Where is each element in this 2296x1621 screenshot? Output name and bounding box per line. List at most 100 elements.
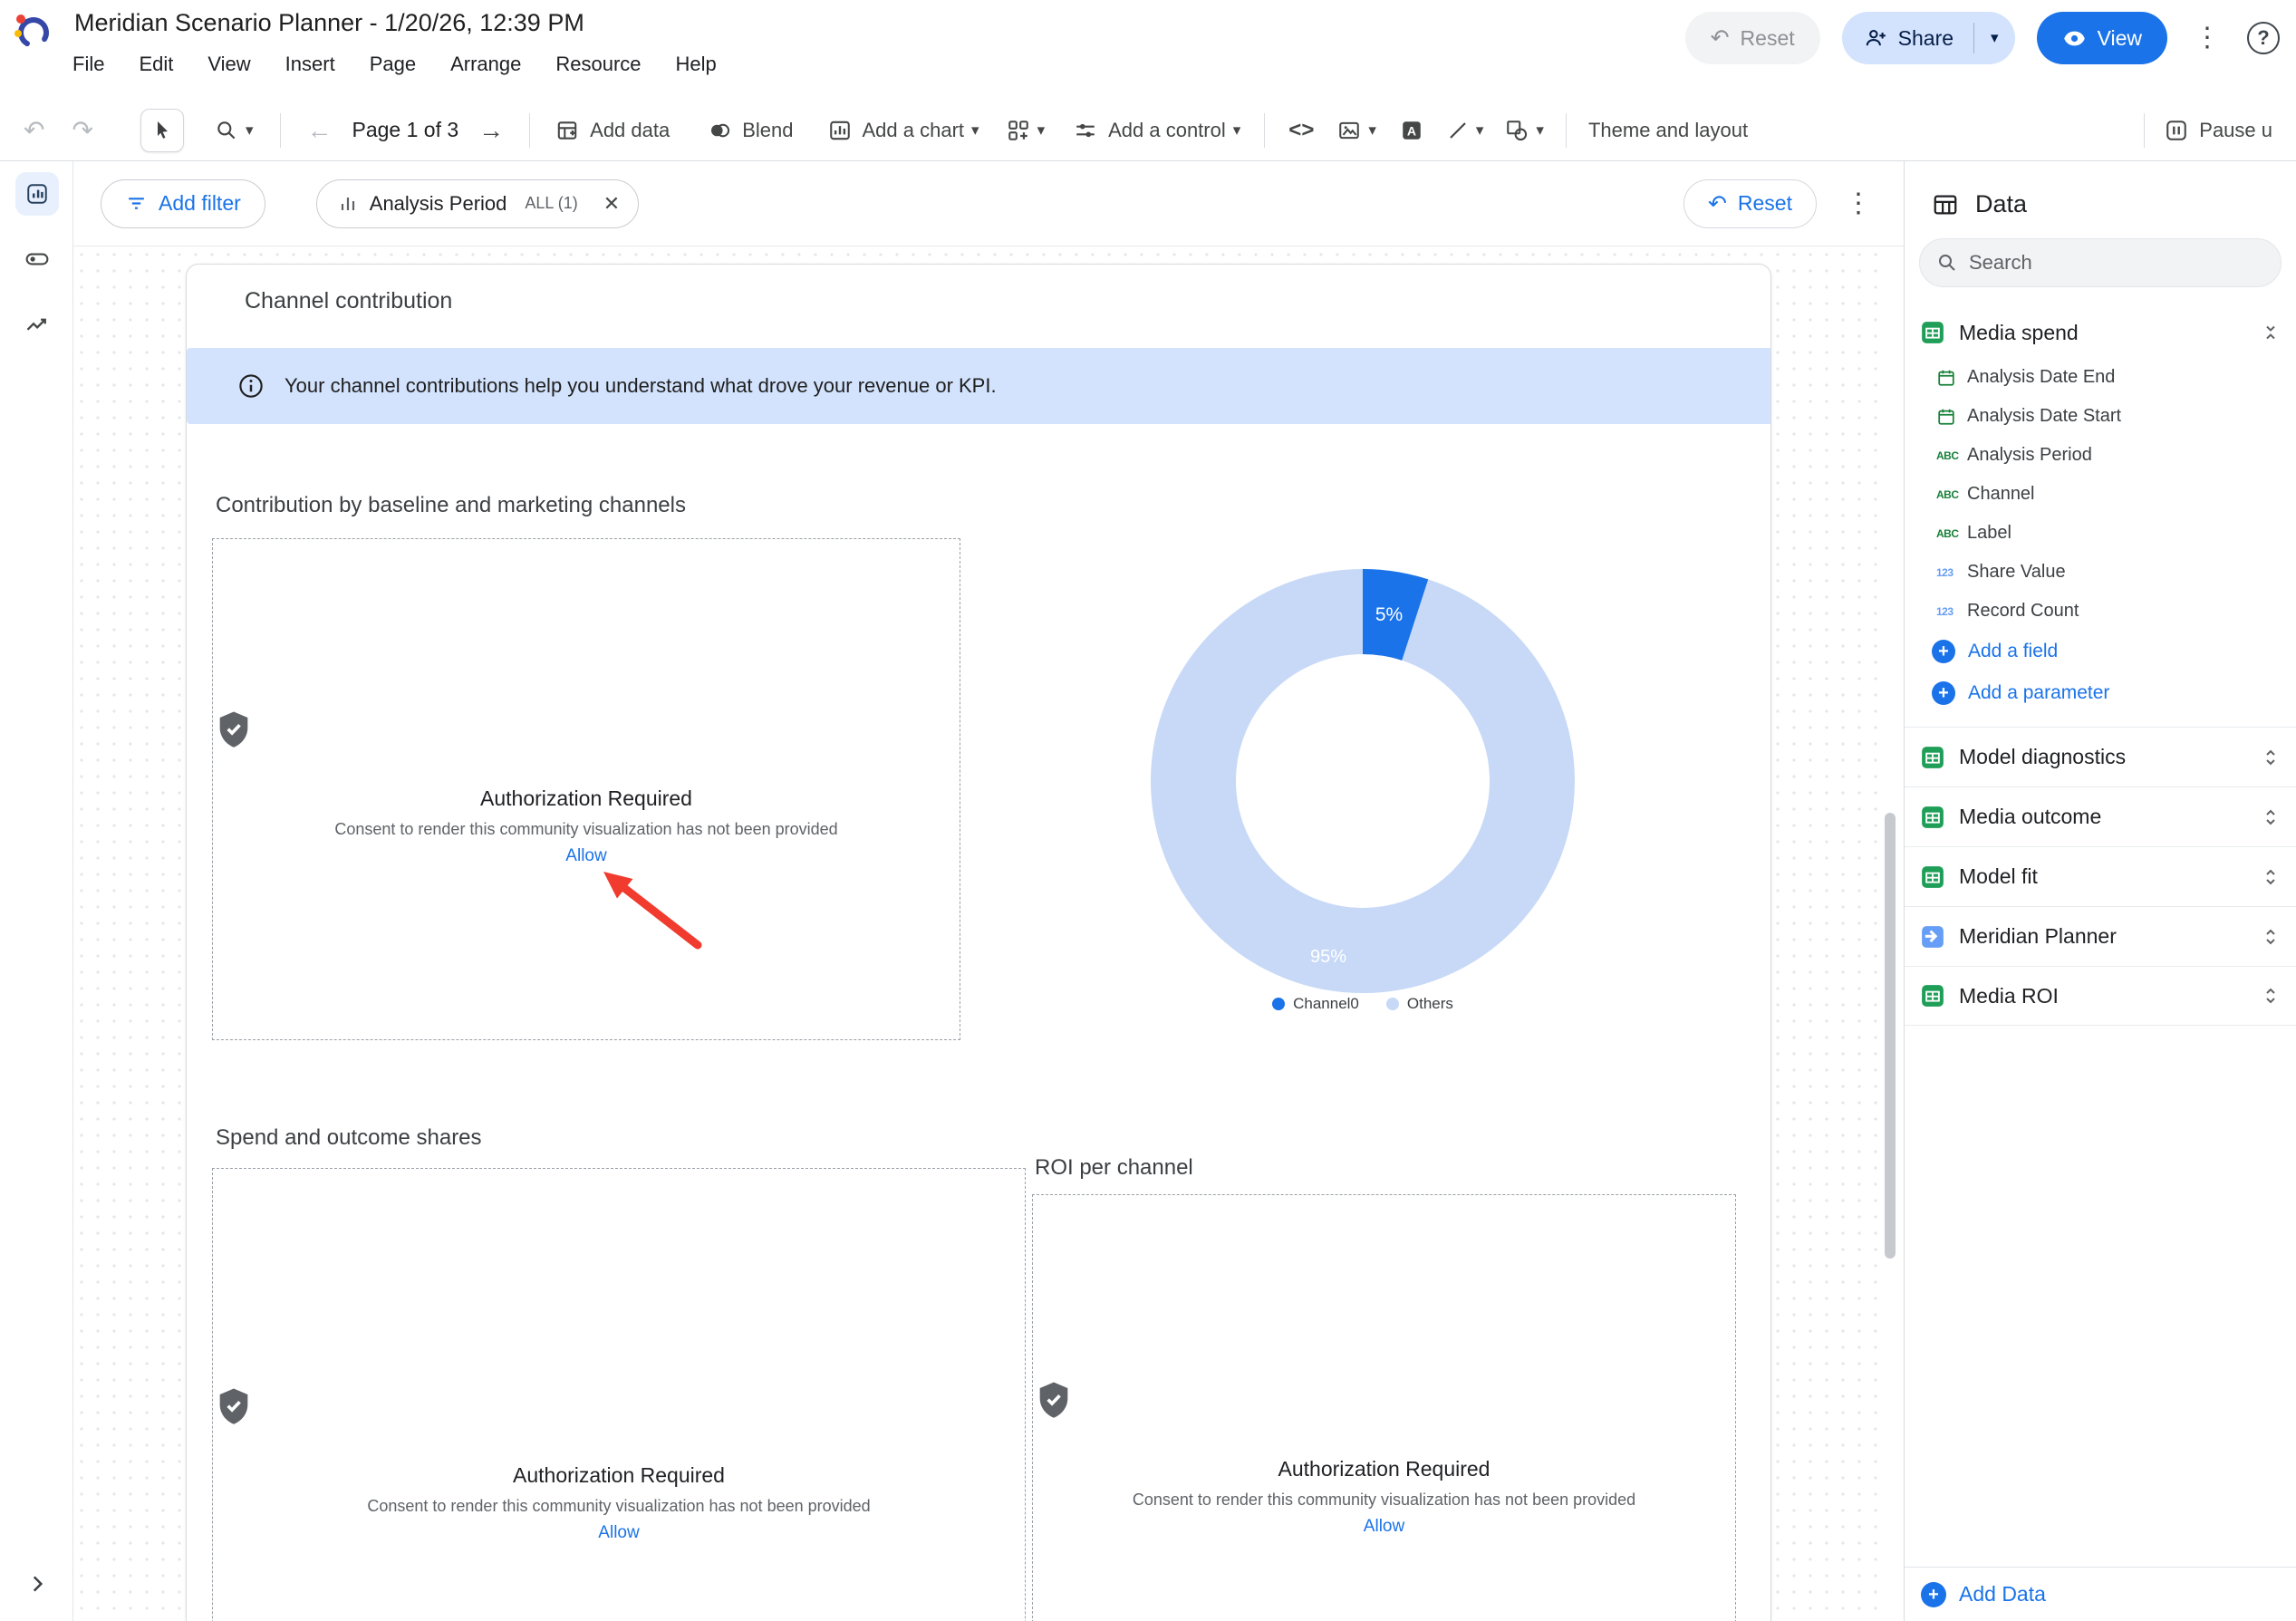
donut-slice-label-secondary: 95%	[1310, 947, 1346, 967]
menu-item-view[interactable]: View	[204, 51, 254, 78]
community-viz-placeholder-3[interactable]: Authorization Required Consent to render…	[1032, 1194, 1736, 1621]
menu-item-insert[interactable]: Insert	[282, 51, 339, 78]
expand-source-icon[interactable]	[2260, 866, 2282, 888]
reset-button-header[interactable]: ↶ Reset	[1685, 12, 1820, 64]
shield-icon	[213, 709, 960, 750]
share-button[interactable]: Share ▾	[1842, 12, 2015, 64]
filter-chip-close-icon[interactable]: ✕	[603, 192, 620, 216]
data-source-meridian-planner[interactable]: Meridian Planner	[1905, 906, 2296, 966]
auth-required-block: Authorization Required Consent to render…	[1033, 1379, 1735, 1537]
menu-item-arrange[interactable]: Arrange	[447, 51, 525, 78]
auth-body: Consent to render this community visuali…	[213, 1497, 1025, 1516]
calendar-icon	[1936, 368, 1967, 388]
zoom-tool-button[interactable]: ▾	[215, 119, 254, 142]
shield-icon	[213, 1385, 1025, 1427]
menu-item-resource[interactable]: Resource	[552, 51, 644, 78]
expand-source-icon[interactable]	[2260, 926, 2282, 948]
data-search-box[interactable]	[1919, 238, 2282, 287]
menu-item-file[interactable]: File	[69, 51, 108, 78]
pause-updates-button[interactable]: Pause u	[2165, 119, 2272, 142]
menu-item-help[interactable]: Help	[672, 51, 720, 78]
add-a-chart-button[interactable]: Add a chart ▾	[828, 119, 979, 142]
menu-item-page[interactable]: Page	[366, 51, 420, 78]
data-source-model-diagnostics[interactable]: Model diagnostics	[1905, 727, 2296, 786]
image-tool-button[interactable]: ▾	[1337, 119, 1376, 142]
text-tool-button[interactable]: A	[1400, 119, 1423, 142]
add-a-field-button[interactable]: + Add a field	[1905, 631, 2296, 672]
filter-icon	[125, 192, 148, 215]
community-visualizations-button[interactable]: ▾	[1007, 119, 1046, 142]
connector-icon	[1919, 923, 1946, 950]
rail-trends-button[interactable]	[0, 292, 73, 357]
add-data-button-bottom[interactable]: + Add Data	[1905, 1567, 2296, 1621]
reset-filters-button[interactable]: ↶ Reset	[1683, 179, 1817, 228]
field-label[interactable]: ABC Label	[1905, 514, 2296, 553]
help-icon[interactable]: ?	[2247, 22, 2280, 54]
allow-link[interactable]: Allow	[213, 1523, 1025, 1543]
number-type-icon: 123	[1936, 605, 1967, 618]
toolbar-divider	[1566, 113, 1567, 148]
redo-button[interactable]: ↷	[72, 118, 92, 143]
menu-item-edit[interactable]: Edit	[135, 51, 177, 78]
search-input[interactable]	[1969, 251, 2241, 275]
expand-source-icon[interactable]	[2260, 806, 2282, 828]
filter-chip-label: Analysis Period	[370, 192, 507, 216]
vertical-scrollbar[interactable]	[1885, 813, 1896, 1259]
looker-studio-logo-icon[interactable]	[13, 11, 53, 51]
filter-bar-more-options-button[interactable]: ⋮	[1840, 178, 1876, 230]
embed-code-button[interactable]: <>	[1288, 118, 1314, 143]
person-add-icon	[1864, 26, 1887, 50]
undo-icon: ↶	[1711, 27, 1730, 50]
select-tool-button[interactable]	[140, 109, 184, 152]
rail-controls-button[interactable]	[0, 227, 73, 292]
line-tool-button[interactable]: ▾	[1447, 120, 1484, 141]
field-channel[interactable]: ABC Channel	[1905, 475, 2296, 514]
sheets-icon	[1919, 744, 1946, 771]
legend-label: Channel0	[1293, 995, 1359, 1013]
share-dropdown-caret-icon[interactable]: ▾	[1991, 29, 1999, 47]
filter-chip-analysis-period[interactable]: Analysis Period ALL (1) ✕	[316, 179, 639, 228]
source-name: Media spend	[1959, 321, 2079, 345]
collapse-source-icon[interactable]	[2260, 322, 2282, 343]
add-a-control-button[interactable]: Add a control ▾	[1074, 119, 1240, 142]
reset-filters-label: Reset	[1738, 191, 1792, 216]
share-button-label: Share	[1898, 26, 1954, 51]
toolbar-divider	[529, 113, 530, 148]
field-analysis-period[interactable]: ABC Analysis Period	[1905, 436, 2296, 475]
field-record-count[interactable]: 123 Record Count	[1905, 592, 2296, 631]
field-share-value[interactable]: 123 Share Value	[1905, 553, 2296, 592]
add-data-button[interactable]: Add data	[555, 119, 670, 142]
data-source-model-fit[interactable]: Model fit	[1905, 846, 2296, 906]
add-filter-button[interactable]: Add filter	[101, 179, 265, 228]
previous-page-button[interactable]: ←	[306, 118, 332, 143]
field-analysis-date-end[interactable]: Analysis Date End	[1905, 358, 2296, 397]
allow-link[interactable]: Allow	[213, 846, 960, 866]
view-button[interactable]: View	[2037, 12, 2167, 64]
next-page-button[interactable]: →	[478, 118, 504, 143]
data-source-media-outcome[interactable]: Media outcome	[1905, 786, 2296, 846]
theme-and-layout-button[interactable]: Theme and layout	[1588, 119, 1748, 142]
rail-expand-button[interactable]	[0, 1572, 73, 1596]
donut-chart: 5% 95%	[1151, 569, 1575, 993]
page-navigation-label[interactable]: Page 1 of 3	[352, 118, 458, 142]
header-more-options-button[interactable]: ⋮	[2189, 12, 2225, 64]
community-viz-placeholder-2[interactable]: Authorization Required Consent to render…	[212, 1168, 1026, 1621]
expand-source-icon[interactable]	[2260, 985, 2282, 1007]
blend-button[interactable]: Blend	[708, 119, 793, 142]
reset-button-label: Reset	[1741, 26, 1795, 51]
app-header: Meridian Scenario Planner - 1/20/26, 12:…	[0, 0, 2296, 100]
data-source-media-spend[interactable]: Media spend	[1905, 307, 2296, 358]
expand-source-icon[interactable]	[2260, 747, 2282, 768]
rail-report-pages-button[interactable]	[0, 161, 73, 227]
shape-caret-icon: ▾	[1536, 121, 1544, 140]
community-viz-placeholder-1[interactable]: Authorization Required Consent to render…	[212, 538, 960, 1040]
data-source-media-roi[interactable]: Media ROI	[1905, 966, 2296, 1026]
field-analysis-date-start[interactable]: Analysis Date Start	[1905, 397, 2296, 436]
add-a-parameter-button[interactable]: + Add a parameter	[1905, 672, 2296, 714]
undo-button[interactable]: ↶	[24, 118, 44, 143]
document-title[interactable]: Meridian Scenario Planner - 1/20/26, 12:…	[74, 9, 584, 37]
sheets-icon	[1919, 804, 1946, 831]
edit-toolbar: ↶ ↷ ▾ ← Page 1 of 3 → Add data Blend Add…	[0, 100, 2296, 161]
shape-tool-button[interactable]: ▾	[1505, 119, 1544, 142]
allow-link[interactable]: Allow	[1033, 1517, 1735, 1537]
